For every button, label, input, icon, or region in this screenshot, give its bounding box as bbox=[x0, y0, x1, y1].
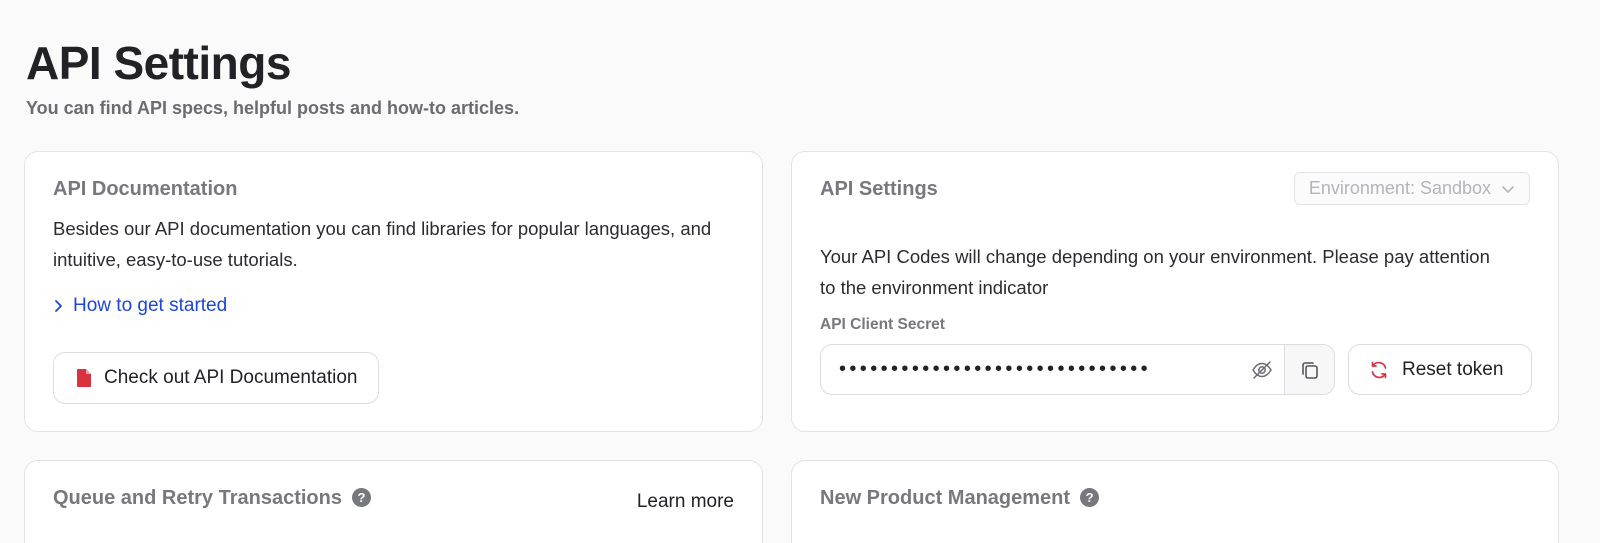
document-icon bbox=[76, 368, 92, 388]
toggle-visibility-button[interactable] bbox=[1240, 345, 1284, 394]
chevron-down-icon bbox=[1501, 184, 1515, 194]
chevron-right-icon bbox=[53, 299, 65, 313]
card-title-api-documentation: API Documentation bbox=[53, 178, 238, 200]
refresh-icon bbox=[1369, 360, 1389, 380]
check-out-api-documentation-label: Check out API Documentation bbox=[104, 367, 358, 388]
page-title: API Settings bbox=[26, 37, 291, 89]
new-product-management-card: New Product Management? bbox=[791, 460, 1559, 543]
api-client-secret-label: API Client Secret bbox=[820, 316, 945, 333]
api-settings-description: Your API Codes will change depending on … bbox=[820, 246, 1490, 298]
new-product-management-title: New Product Management bbox=[820, 487, 1071, 509]
copy-icon bbox=[1300, 360, 1320, 380]
card-title-queue-and-retry: Queue and Retry Transactions? bbox=[53, 487, 371, 510]
how-to-get-started-label: How to get started bbox=[73, 295, 228, 316]
environment-select-value: Environment: Sandbox bbox=[1308, 178, 1491, 198]
eye-off-icon bbox=[1251, 360, 1273, 379]
copy-secret-button[interactable] bbox=[1284, 345, 1334, 394]
check-out-api-documentation-button[interactable]: Check out API Documentation bbox=[53, 352, 380, 404]
api-settings-page: API Settings You can find API specs, hel… bbox=[0, 0, 1600, 543]
api-documentation-description: Besides our API documentation you can fi… bbox=[53, 218, 712, 270]
queue-and-retry-card: Queue and Retry Transactions? Learn more bbox=[24, 460, 763, 543]
card-title-api-settings: API Settings bbox=[820, 178, 938, 200]
api-client-secret-input[interactable]: •••••••••••••••••••••••••••••• bbox=[821, 345, 1240, 394]
how-to-get-started-link[interactable]: How to get started bbox=[53, 295, 227, 317]
page-subtitle: You can find API specs, helpful posts an… bbox=[26, 98, 520, 118]
learn-more-link[interactable]: Learn more bbox=[637, 491, 734, 513]
environment-select[interactable]: Environment: Sandbox bbox=[1293, 172, 1530, 205]
api-settings-card: API Settings Environment: Sandbox Your A… bbox=[791, 151, 1559, 432]
help-icon[interactable]: ? bbox=[1080, 488, 1100, 507]
api-documentation-card: API Documentation Besides our API docume… bbox=[24, 151, 763, 432]
reset-token-button[interactable]: Reset token bbox=[1348, 344, 1532, 395]
help-icon[interactable]: ? bbox=[351, 488, 371, 507]
api-client-secret-field: •••••••••••••••••••••••••••••• bbox=[820, 344, 1335, 395]
card-title-new-product-management: New Product Management? bbox=[820, 487, 1100, 510]
queue-and-retry-title: Queue and Retry Transactions bbox=[53, 487, 342, 509]
reset-token-label: Reset token bbox=[1402, 358, 1504, 380]
